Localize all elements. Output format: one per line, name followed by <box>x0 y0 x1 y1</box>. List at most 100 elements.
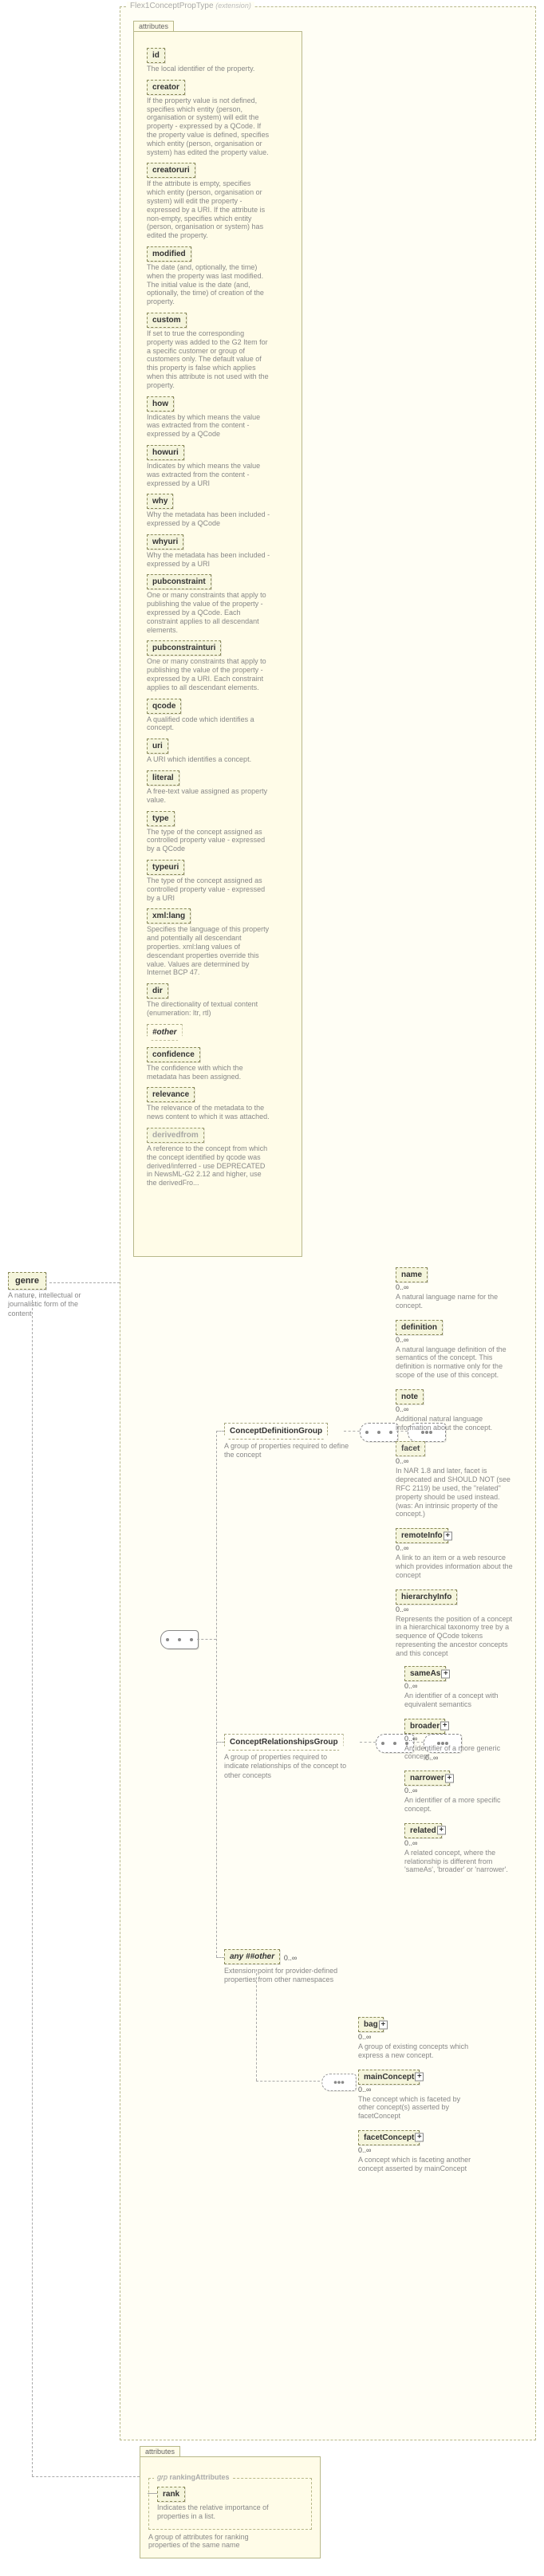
attr-id: id <box>147 48 165 63</box>
element-sameas: sameAs+ <box>404 1666 446 1681</box>
expand-icon[interactable]: + <box>437 1826 446 1835</box>
expand-icon[interactable]: + <box>379 2020 388 2029</box>
any-other-desc: Extension point for provider-defined pro… <box>224 1967 352 1985</box>
element-facet: facet <box>396 1441 425 1456</box>
element-broader: broader+ <box>404 1719 445 1734</box>
attr-desc: If the property value is not defined, sp… <box>147 97 270 157</box>
occurs: 0..∞ <box>358 2033 492 2041</box>
element-desc: Additional natural language information … <box>396 1415 515 1432</box>
attr-xml-lang: xml:lang <box>147 908 191 924</box>
attr-modified: modified <box>147 246 191 262</box>
attr-creator: creator <box>147 80 185 95</box>
group-concept-definition: ConceptDefinitionGroup <box>224 1423 328 1440</box>
attr-desc: The relevance of the metadata to the new… <box>147 1104 270 1121</box>
attr-uri: uri <box>147 739 168 754</box>
group-label: grp rankingAttributes <box>154 2473 233 2481</box>
element-desc: A concept which is faceting another conc… <box>358 2156 478 2173</box>
element-hierarchyinfo: hierarchyInfo <box>396 1589 457 1605</box>
occurs: 0..∞ <box>404 1786 538 1794</box>
occurs: 0..∞ <box>396 1605 530 1613</box>
group-desc: A group of properties required to indica… <box>224 1753 352 1780</box>
group-desc: A group of attributes for ranking proper… <box>148 2533 272 2550</box>
attributes-frame: attributes idThe local identifier of the… <box>133 31 302 1257</box>
attr-desc: If the attribute is empty, specifies whi… <box>147 179 270 240</box>
sequence-compositor <box>160 1630 199 1649</box>
element-desc: A link to an item or a web resource whic… <box>396 1554 515 1579</box>
element-mainconcept: mainConcept+ <box>358 2070 420 2085</box>
expand-icon[interactable]: + <box>445 1774 454 1782</box>
attributes-tab: attributes <box>140 2446 180 2456</box>
attr-why: why <box>147 494 173 509</box>
group-concept-relationships: ConceptRelationshipsGroup <box>224 1734 344 1751</box>
attr-desc: If set to true the corresponding propert… <box>147 329 270 390</box>
occurs: 0..∞ <box>396 1544 530 1552</box>
element-desc: A group of existing concepts which expre… <box>358 2042 478 2060</box>
attr-desc: Indicates by which means the value was e… <box>147 462 270 487</box>
attr-desc: The date (and, optionally, the time) whe… <box>147 263 270 306</box>
occurs: 0..∞ <box>396 1405 530 1413</box>
element-desc: An identifier of a more specific concept… <box>404 1796 524 1814</box>
expand-icon[interactable]: + <box>415 2073 424 2082</box>
attr-desc: Indicates by which means the value was e… <box>147 413 270 439</box>
attr-desc: The type of the concept assigned as cont… <box>147 876 270 902</box>
attr-creatoruri: creatoruri <box>147 163 195 178</box>
occurs: 0..∞ <box>396 1283 530 1291</box>
attr-desc: The local identifier of the property. <box>147 65 270 73</box>
element-facetconcept: facetConcept+ <box>358 2130 420 2145</box>
element-desc: A related concept, where the relationshi… <box>404 1849 524 1874</box>
expand-icon[interactable]: + <box>440 1722 449 1731</box>
element-desc: An identifier of a concept with equivale… <box>404 1692 524 1709</box>
element-desc: A natural language name for the concept. <box>396 1293 515 1310</box>
attributes-tab: attributes <box>133 21 174 31</box>
attr-desc: The type of the concept assigned as cont… <box>147 828 270 853</box>
attr-desc: A qualified code which identifies a conc… <box>147 715 270 733</box>
attr-typeuri: typeuri <box>147 860 184 875</box>
attr-literal: literal <box>147 770 179 786</box>
expand-icon[interactable]: + <box>415 2133 424 2142</box>
attr-type: type <box>147 811 175 826</box>
occurs: 0..∞ <box>404 1839 538 1847</box>
group-desc: A group of properties required to define… <box>224 1442 352 1460</box>
element-name: name <box>396 1267 428 1282</box>
occurs: 0..∞ <box>284 1954 297 1962</box>
element-genre: genre <box>8 1272 46 1290</box>
element-desc: The concept which is faceted by other co… <box>358 2095 478 2121</box>
occurs: 0..∞ <box>396 1457 530 1465</box>
attr-desc: One or many constraints that apply to pu… <box>147 657 270 691</box>
attr-dir: dir <box>147 983 168 998</box>
expand-icon[interactable]: + <box>441 1669 450 1678</box>
occurs: 0..∞ <box>404 1735 538 1743</box>
attr-desc: A reference to the concept from which th… <box>147 1144 270 1188</box>
occurs: 0..∞ <box>396 1336 530 1344</box>
attr--other: #other <box>147 1024 183 1041</box>
attr-desc: The confidence with which the metadata h… <box>147 1064 270 1081</box>
element-name: genre <box>15 1276 39 1286</box>
attr-derivedfrom: derivedfrom <box>147 1128 204 1143</box>
occurs: 0..∞ <box>358 2146 492 2154</box>
attr-desc: Why the metadata has been included - exp… <box>147 510 270 528</box>
element-definition: definition <box>396 1320 443 1335</box>
attr-how: how <box>147 396 174 412</box>
attr-desc: A URI which identifies a concept. <box>147 755 270 764</box>
attr-howuri: howuri <box>147 445 184 460</box>
attr-desc: Indicates the relative importance of pro… <box>157 2503 281 2521</box>
attr-rank: rank <box>157 2487 185 2502</box>
expand-icon[interactable]: + <box>443 1531 452 1540</box>
element-desc: A natural language definition of the sem… <box>396 1345 515 1380</box>
attr-pubconstraint: pubconstraint <box>147 574 211 589</box>
element-desc: In NAR 1.8 and later, facet is deprecate… <box>396 1467 515 1518</box>
any-other: any ##other <box>224 1949 280 1964</box>
attr-pubconstrainturi: pubconstrainturi <box>147 640 221 656</box>
attr-desc: Specifies the language of this property … <box>147 925 270 977</box>
attr-relevance: relevance <box>147 1087 195 1102</box>
element-narrower: narrower+ <box>404 1771 450 1786</box>
def-seq <box>360 1423 398 1442</box>
attr-desc: A free-text value assigned as property v… <box>147 787 270 805</box>
type-frame: Flex1ConceptPropType (extension) attribu… <box>120 6 536 2440</box>
attr-desc: Why the metadata has been included - exp… <box>147 551 270 569</box>
element-remoteinfo: remoteInfo+ <box>396 1528 448 1543</box>
ranking-attributes-frame: attributes grp rankingAttributes rank In… <box>140 2456 321 2558</box>
other-choice <box>321 2074 356 2091</box>
attr-desc: One or many constraints that apply to pu… <box>147 591 270 634</box>
element-desc: An identifier of a more generic concept. <box>404 1744 524 1762</box>
